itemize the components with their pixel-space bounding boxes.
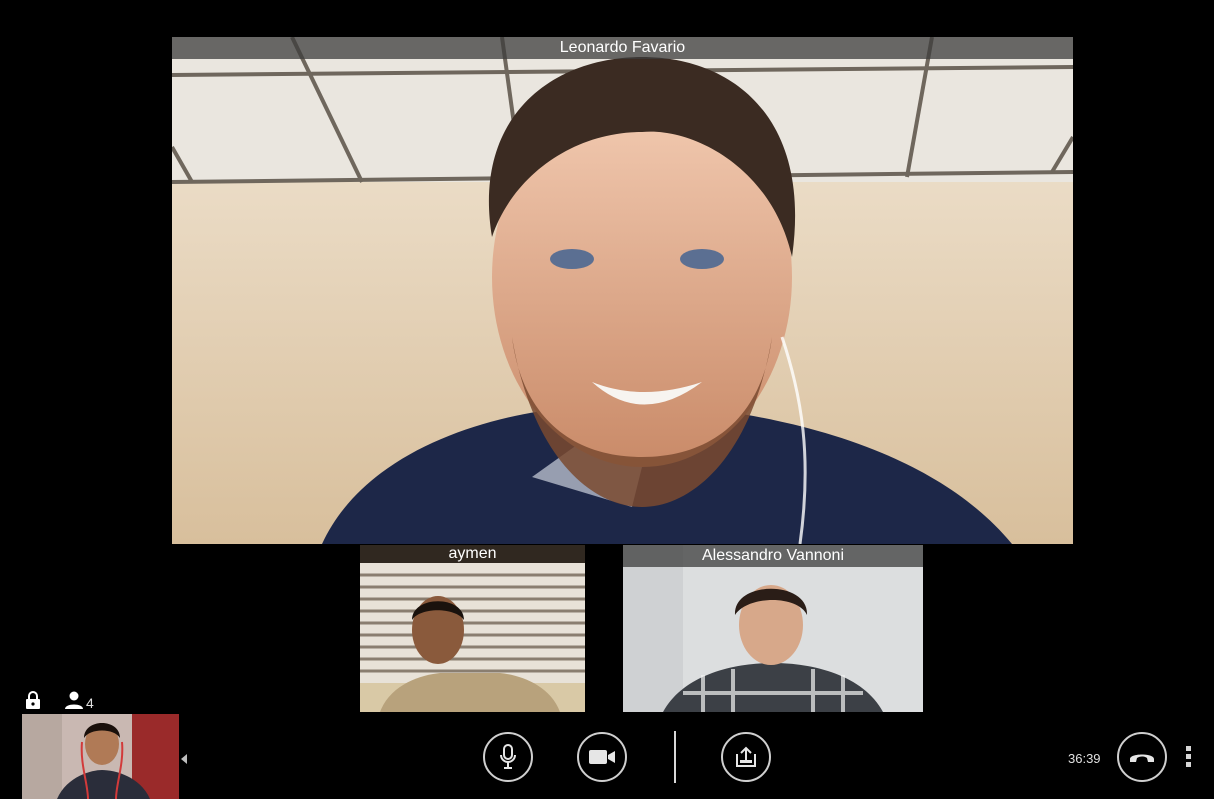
caret-left-icon[interactable]: [180, 752, 188, 770]
participant-count: 4: [86, 695, 94, 711]
hang-up-icon: [1129, 750, 1155, 764]
participant-name-alessandro: Alessandro Vannoni: [623, 545, 923, 567]
participant-tile-aymen[interactable]: aymen: [360, 545, 585, 712]
main-participant-name: Leonardo Favario: [172, 37, 1073, 59]
microphone-icon: [498, 744, 518, 770]
participant-tile-alessandro[interactable]: Alessandro Vannoni: [623, 545, 923, 712]
hang-up-button[interactable]: [1117, 732, 1167, 782]
participant-video-alessandro: [623, 545, 923, 712]
microphone-button[interactable]: [483, 732, 533, 782]
main-video-frame: [172, 37, 1073, 544]
controls-divider: [674, 731, 676, 783]
self-view-video[interactable]: [22, 714, 179, 799]
video-camera-icon: [588, 748, 616, 766]
share-screen-button[interactable]: [721, 732, 771, 782]
participant-video-aymen: [360, 545, 585, 712]
main-video-tile[interactable]: Leonardo Favario: [172, 37, 1073, 544]
lock-icon[interactable]: [25, 691, 41, 714]
person-icon: [64, 691, 84, 714]
share-screen-icon: [734, 745, 758, 769]
video-camera-button[interactable]: [577, 732, 627, 782]
call-duration: 36:39: [1068, 751, 1101, 766]
participant-name-aymen: aymen: [360, 545, 585, 563]
more-vert-icon[interactable]: [1185, 746, 1193, 773]
